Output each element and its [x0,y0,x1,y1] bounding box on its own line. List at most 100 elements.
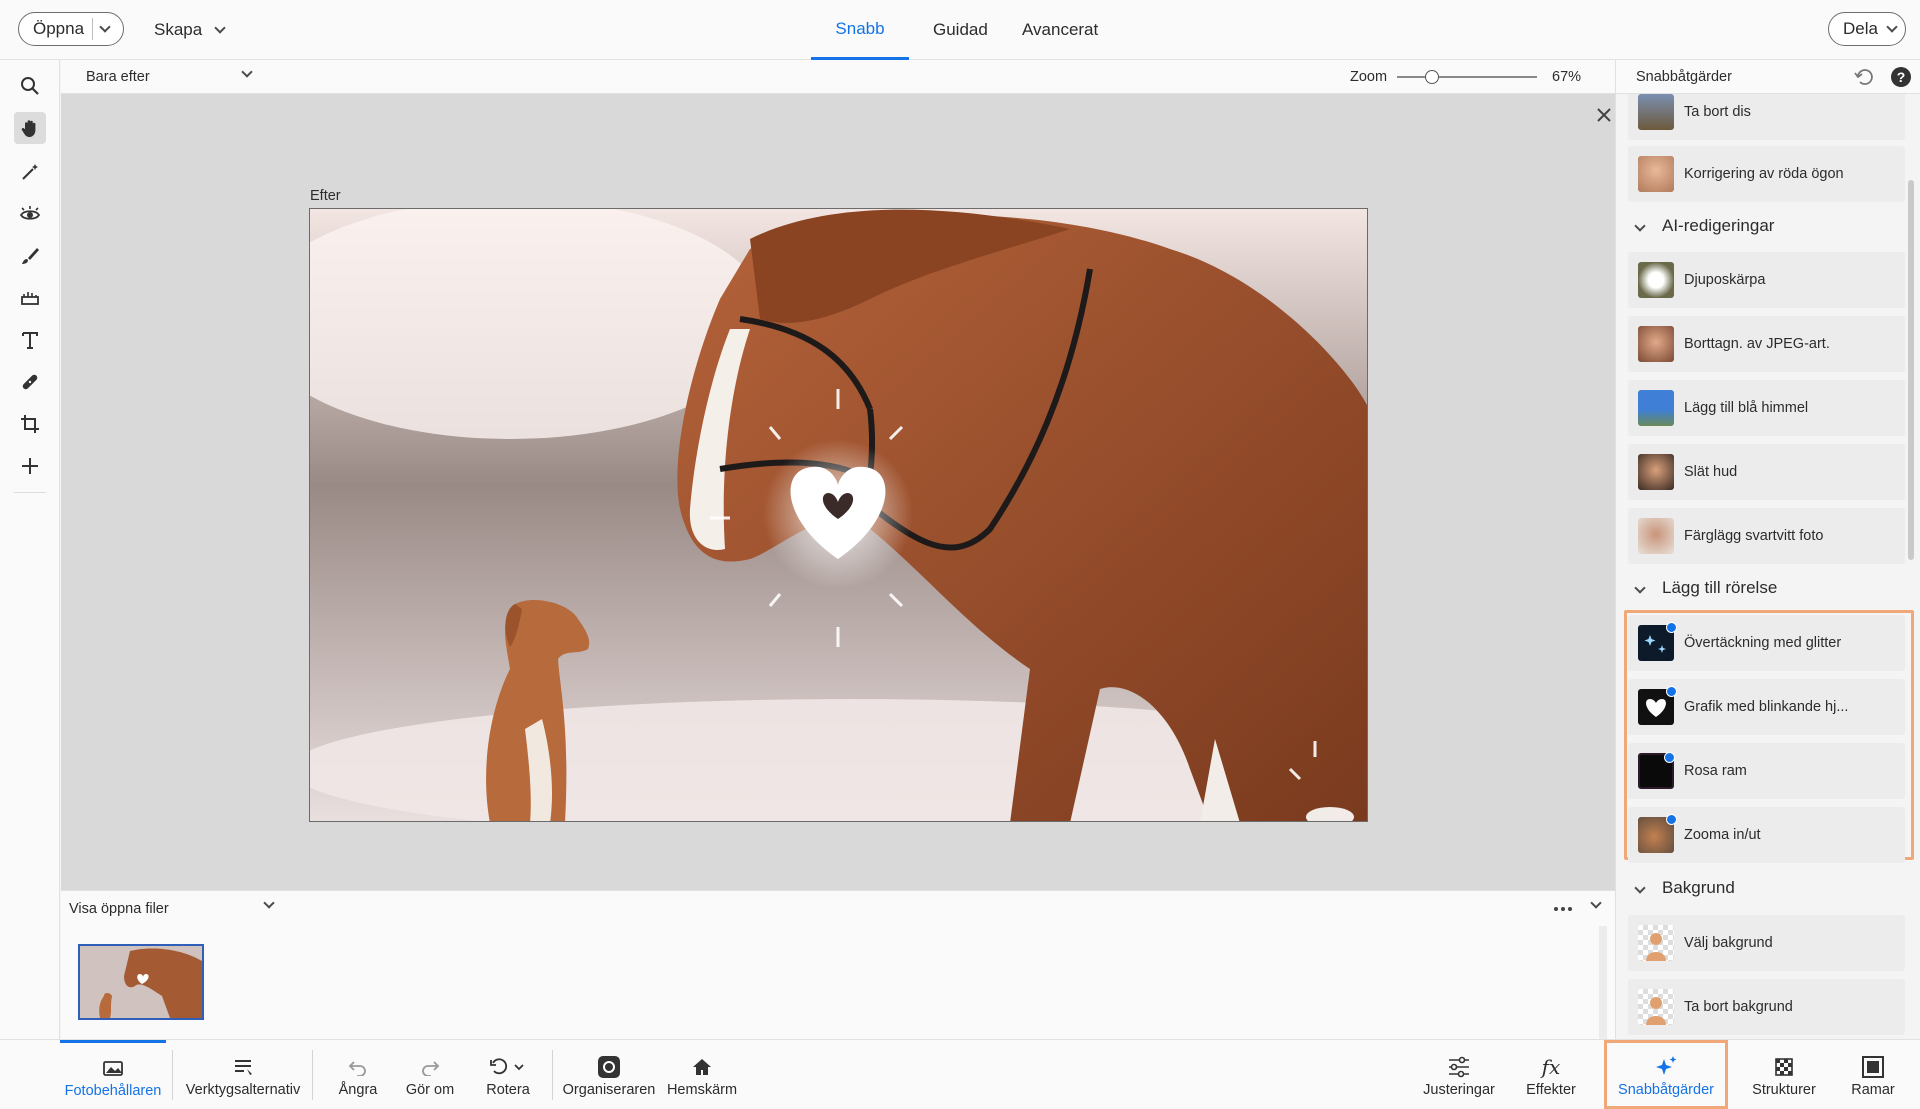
effects-button[interactable]: fx Effekter [1518,1040,1584,1109]
effects-label: Effekter [1526,1081,1576,1098]
rotate-button[interactable]: Rotera [480,1040,536,1109]
action-label: Ta bort bakgrund [1684,999,1793,1015]
organizer-label: Organiseraren [562,1081,656,1098]
zoom-value: 67% [1552,69,1582,85]
undo-button[interactable]: Ångra [330,1040,386,1109]
panel-title: Snabbåtgärder [1636,69,1732,85]
photo-bin-button[interactable]: Fotobehållaren [60,1040,166,1109]
smart-brush-icon[interactable] [14,282,46,314]
eye-tool-icon[interactable] [14,198,46,230]
cutout-thumb-icon [1638,925,1674,961]
action-item[interactable]: Ta bort bakgrund [1628,979,1905,1035]
glitter-thumb-icon [1638,622,1677,661]
text-tool-icon[interactable] [14,324,46,356]
zoom-slider-handle[interactable] [1425,70,1439,84]
action-label: Slät hud [1684,464,1738,480]
chevron-down-icon [1634,220,1646,232]
action-item[interactable]: Slät hud [1628,444,1905,500]
photo-bin-icon [102,1053,124,1083]
home-icon [691,1052,713,1082]
face-thumb-icon [1638,156,1674,192]
section-title: Bakgrund [1662,878,1735,897]
tool-options-icon [232,1052,254,1082]
portrait-thumb-icon [1638,326,1674,362]
collapse-bin-icon[interactable] [1590,897,1602,909]
view-select-value: Bara efter [86,69,150,85]
view-select[interactable]: Bara efter [86,60,266,94]
effects-icon: fx [1541,1054,1561,1079]
tool-options-label: Verktygsalternativ [185,1081,301,1098]
bin-scrollbar[interactable] [1599,926,1607,1039]
reset-icon[interactable] [1854,68,1874,86]
more-options-icon[interactable] [1554,901,1578,917]
section-add-motion[interactable]: Lägg till rörelse [1628,568,1905,608]
action-label: Grafik med blinkande hj... [1684,699,1849,715]
sky-thumb-icon [1638,390,1674,426]
zoom-tool-icon[interactable] [14,70,46,102]
photo-bin [61,926,1615,1039]
action-item[interactable]: Ta bort dis [1628,94,1905,140]
cutout-thumb-icon [1638,989,1674,1025]
chevron-down-icon [1634,882,1646,894]
tab-guided[interactable]: Guidad [933,0,988,60]
chevron-down-icon[interactable] [263,897,275,909]
frames-label: Ramar [1851,1081,1895,1098]
panel-scroll-area: Ta bort dis Korrigering av röda ögon AI-… [1616,94,1920,1039]
create-label: Skapa [154,20,203,39]
rotate-label: Rotera [486,1081,530,1098]
organizer-button[interactable]: Organiseraren [562,1040,656,1109]
tool-options-button[interactable]: Verktygsalternativ [182,1040,304,1109]
redo-label: Gör om [405,1081,455,1098]
open-button[interactable]: Öppna [18,12,124,46]
move-tool-icon[interactable] [14,450,46,482]
quick-actions-panel: Snabbåtgärder ? Ta bort dis Korrigering … [1615,60,1920,1039]
create-menu[interactable]: Skapa [154,0,226,60]
brush-tool-icon[interactable] [14,240,46,272]
action-item[interactable]: Zooma in/ut [1628,807,1905,863]
undo-icon [348,1052,368,1082]
tab-quick[interactable]: Snabb [811,0,909,60]
textures-button[interactable]: Strukturer [1740,1040,1828,1109]
section-background[interactable]: Bakgrund [1628,868,1905,908]
quick-actions-button[interactable]: Snabbåtgärder [1604,1040,1728,1109]
action-item[interactable]: Övertäckning med glitter [1628,615,1905,671]
crop-tool-icon[interactable] [14,408,46,440]
help-icon[interactable]: ? [1891,67,1911,87]
section-ai-edits[interactable]: AI-redigeringar [1628,206,1905,246]
view-options-bar: Bara efter Zoom 67% [61,60,1615,94]
close-icon[interactable] [1595,106,1613,124]
action-item[interactable]: Färglägg svartvitt foto [1628,508,1905,564]
action-item[interactable]: Välj bakgrund [1628,915,1905,971]
zoom-thumb-icon [1638,814,1677,853]
spot-healing-icon[interactable] [14,366,46,398]
tab-expert[interactable]: Avancerat [1022,0,1098,60]
action-item[interactable]: Lägg till blå himmel [1628,380,1905,436]
action-label: Korrigering av röda ögon [1684,166,1844,182]
action-item[interactable]: Borttagn. av JPEG-art. [1628,316,1905,372]
heart-thumb-icon [1638,686,1677,725]
redo-button[interactable]: Gör om [400,1040,460,1109]
home-screen-button[interactable]: Hemskärm [664,1040,740,1109]
hand-tool-icon[interactable] [14,112,46,144]
canvas-image[interactable] [309,208,1368,822]
show-files-select[interactable]: Visa öppna filer [69,891,169,927]
action-item[interactable]: Korrigering av röda ögon [1628,146,1905,202]
undo-label: Ångra [338,1081,378,1098]
quick-actions-label: Snabbåtgärder [1618,1081,1714,1098]
frame-thumb-icon [1638,752,1675,789]
panel-scrollbar[interactable] [1908,180,1914,560]
action-label: Övertäckning med glitter [1684,635,1842,651]
adjustments-button[interactable]: Justeringar [1416,1040,1502,1109]
bin-thumbnail[interactable] [78,944,204,1020]
frames-button[interactable]: Ramar [1842,1040,1904,1109]
magic-wand-icon[interactable] [14,156,46,188]
action-item[interactable]: Grafik med blinkande hj... [1628,679,1905,735]
section-title: Lägg till rörelse [1662,578,1778,597]
action-item[interactable]: Djuposkärpa [1628,252,1905,308]
chevron-down-icon[interactable] [99,21,111,33]
zoom-slider[interactable] [1397,70,1537,84]
section-title: AI-redigeringar [1662,216,1775,235]
action-item[interactable]: Rosa ram [1628,743,1905,799]
chevron-down-icon [1886,21,1898,33]
share-button[interactable]: Dela [1828,12,1906,46]
